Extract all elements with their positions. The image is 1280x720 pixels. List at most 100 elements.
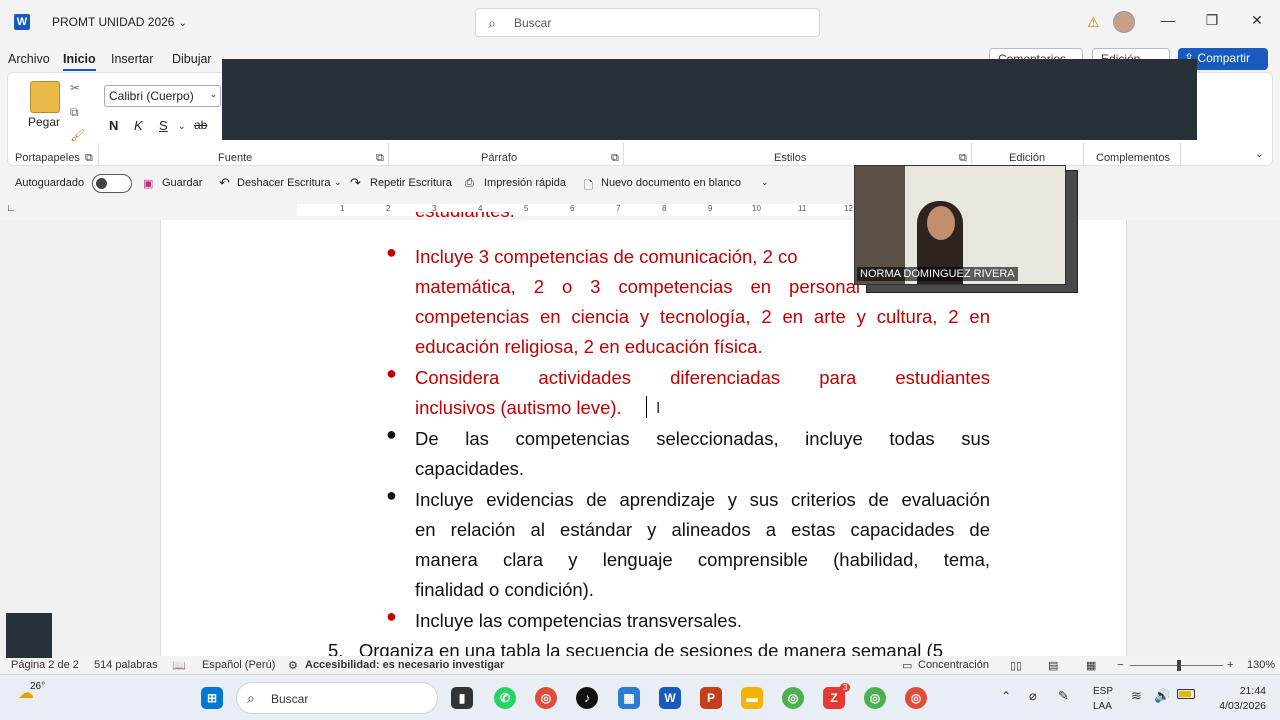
chevron-up-icon[interactable]: ⌃ bbox=[1001, 689, 1011, 703]
strikethrough-button[interactable]: ab bbox=[194, 118, 207, 132]
video-call-window[interactable]: NORMA DOMINGUEZ RIVERA bbox=[854, 165, 1066, 285]
whatsapp-icon[interactable]: ✆ bbox=[494, 687, 516, 709]
wifi-icon[interactable]: ≋ bbox=[1131, 688, 1142, 704]
group-label-font: Fuente bbox=[218, 152, 253, 164]
new-document-button[interactable]: Nuevo documento en blanco bbox=[601, 177, 741, 189]
accessibility-icon[interactable]: ⚙ bbox=[288, 659, 298, 672]
dialog-launcher-icon[interactable]: ⧉ bbox=[85, 152, 93, 165]
quick-print-button[interactable]: Impresión rápida bbox=[484, 177, 566, 189]
document-title-text: PROMT UNIDAD 2026 bbox=[52, 15, 175, 29]
pen-icon[interactable]: ✎ bbox=[1058, 688, 1069, 704]
chrome-icon[interactable]: ◎ bbox=[535, 687, 557, 709]
redo-icon[interactable]: ↷ bbox=[350, 175, 361, 191]
autosave-toggle[interactable] bbox=[92, 174, 132, 193]
task-view-icon[interactable]: ▮ bbox=[451, 687, 473, 709]
bullet-icon: ● bbox=[386, 424, 397, 444]
input-language[interactable]: ESP LAA bbox=[1093, 684, 1113, 714]
start-icon[interactable]: ⊞ bbox=[201, 687, 223, 709]
chevron-down-icon: ⌄ bbox=[209, 89, 217, 99]
accessibility-status[interactable]: Accesibilidad: es necesario investigar bbox=[305, 659, 504, 671]
tiktok-icon[interactable]: ♪ bbox=[576, 687, 598, 709]
chrome-profile-icon[interactable]: ◎ bbox=[864, 687, 886, 709]
undo-icon[interactable]: ↶ bbox=[219, 175, 230, 191]
divider bbox=[623, 143, 624, 165]
paste-button[interactable]: Pegar bbox=[28, 115, 60, 129]
dialog-launcher-icon[interactable]: ⧉ bbox=[959, 152, 967, 165]
collapse-ribbon-icon[interactable]: ⌄ bbox=[1255, 147, 1264, 160]
dialog-launcher-icon[interactable]: ⧉ bbox=[376, 152, 384, 165]
bold-button[interactable]: N bbox=[109, 118, 118, 133]
warning-icon[interactable]: ⚠ bbox=[1087, 14, 1103, 30]
search-input[interactable]: ⌕ Buscar bbox=[475, 8, 820, 37]
language-status[interactable]: Español (Perú) bbox=[202, 659, 275, 671]
network-off-icon[interactable]: ⌀ bbox=[1029, 688, 1037, 704]
taskbar-search-placeholder: Buscar bbox=[271, 692, 309, 706]
volume-icon[interactable]: 🔊 bbox=[1154, 688, 1170, 704]
chrome-profile-icon[interactable]: ◎ bbox=[905, 687, 927, 709]
bullet2-line2: inclusivos (autismo leve). bbox=[415, 397, 622, 418]
maximize-button[interactable]: ❐ bbox=[1202, 12, 1222, 29]
dialog-launcher-icon[interactable]: ⧉ bbox=[611, 152, 619, 165]
undo-dropdown-icon[interactable]: ⌄ bbox=[334, 177, 342, 188]
redaction-overlay bbox=[222, 59, 1197, 140]
zoom-slider-thumb[interactable] bbox=[1177, 660, 1181, 671]
bullet4-line1: Incluye evidencias de aprendizaje y sus … bbox=[415, 489, 990, 510]
calendar-icon[interactable]: ▦ bbox=[618, 687, 640, 709]
save-button[interactable]: Guardar bbox=[162, 177, 202, 189]
cut-icon[interactable]: ✂ bbox=[70, 81, 80, 95]
chevron-down-icon: ⌄ bbox=[178, 18, 187, 29]
word-taskbar-icon[interactable]: W bbox=[659, 687, 681, 709]
save-icon[interactable]: ▣ bbox=[143, 177, 153, 190]
close-button[interactable]: ✕ bbox=[1247, 12, 1267, 29]
minimize-button[interactable]: — bbox=[1158, 12, 1178, 28]
bullet1-line4: educación religiosa, 2 en educación físi… bbox=[415, 336, 763, 357]
divider bbox=[388, 143, 389, 165]
zoom-level[interactable]: 130% bbox=[1247, 659, 1275, 671]
tab-archivo[interactable]: Archivo bbox=[8, 52, 50, 66]
focus-mode-button[interactable]: Concentración bbox=[918, 659, 989, 671]
italic-button[interactable]: K bbox=[134, 118, 143, 133]
document-title[interactable]: PROMT UNIDAD 2026 ⌄ bbox=[52, 15, 187, 29]
redo-button[interactable]: Repetir Escritura bbox=[370, 177, 452, 189]
numbered-item-5: 5. Organiza en una tabla la secuencia de… bbox=[328, 640, 943, 656]
read-mode-icon[interactable]: ▯▯ bbox=[1010, 659, 1022, 672]
ruler-number: 1 bbox=[340, 204, 345, 213]
bullet-icon: ● bbox=[386, 242, 397, 262]
tab-selector-icon[interactable]: ∟ bbox=[6, 203, 16, 214]
focus-icon[interactable]: ▭ bbox=[902, 659, 912, 672]
taskbar-search[interactable]: ⌕ Buscar bbox=[236, 682, 438, 714]
autosave-label: Autoguardado bbox=[15, 177, 85, 189]
tab-inicio[interactable]: Inicio bbox=[63, 52, 96, 71]
proofing-icon[interactable]: 📖 bbox=[172, 659, 186, 672]
web-layout-icon[interactable]: ▦ bbox=[1086, 659, 1096, 672]
weather-temp[interactable]: 26° bbox=[30, 681, 45, 692]
paste-icon[interactable] bbox=[30, 81, 60, 113]
page-count[interactable]: Página 2 de 2 bbox=[11, 659, 79, 671]
underline-button[interactable]: S bbox=[159, 118, 168, 133]
print-layout-icon[interactable]: ▤ bbox=[1048, 659, 1058, 672]
avatar[interactable] bbox=[1113, 11, 1135, 33]
undo-button[interactable]: Deshacer Escritura bbox=[237, 177, 331, 189]
tab-dibujar[interactable]: Dibujar bbox=[172, 52, 212, 66]
underline-dropdown-icon[interactable]: ⌄ bbox=[178, 121, 186, 132]
clock-time: 21:44 bbox=[1239, 685, 1266, 697]
tab-insertar[interactable]: Insertar bbox=[111, 52, 153, 66]
word-count[interactable]: 514 palabras bbox=[94, 659, 158, 671]
customize-toolbar-icon[interactable]: ⌄ bbox=[761, 177, 769, 188]
battery-icon[interactable] bbox=[1177, 689, 1195, 699]
zoom-out-button[interactable]: − bbox=[1117, 659, 1123, 671]
ruler-number: 2 bbox=[386, 204, 391, 213]
folder-icon[interactable]: ▬ bbox=[741, 687, 763, 709]
chrome-profile-icon[interactable]: ◎ bbox=[782, 687, 804, 709]
new-document-icon[interactable]: 🗋 bbox=[584, 177, 593, 196]
print-icon[interactable]: ⎙ bbox=[465, 177, 474, 190]
clock[interactable]: 21:44 4/03/2026 bbox=[1219, 684, 1266, 714]
font-name-select[interactable]: Calibri (Cuerpo) ⌄ bbox=[104, 85, 221, 107]
zoom-in-button[interactable]: + bbox=[1227, 659, 1233, 671]
format-painter-icon[interactable]: 🖌 bbox=[70, 128, 85, 142]
bullet4-line3: manera clara y lenguaje comprensible (ha… bbox=[415, 549, 990, 570]
copy-icon[interactable]: ⧉ bbox=[70, 105, 79, 120]
bullet3-line1: De las competencias seleccionadas, inclu… bbox=[415, 428, 990, 449]
powerpoint-icon[interactable]: P bbox=[700, 687, 722, 709]
font-name-value: Calibri (Cuerpo) bbox=[109, 89, 194, 103]
